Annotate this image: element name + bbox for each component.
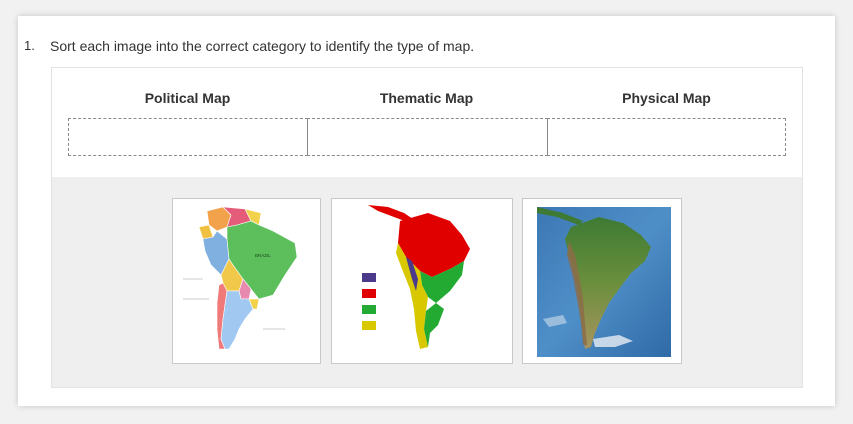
- brazil-label: BRAZIL: [255, 253, 271, 258]
- physical-map-card[interactable]: [522, 198, 682, 364]
- thematic-map-image: [332, 199, 512, 363]
- political-map-card[interactable]: BRAZIL: [172, 198, 321, 364]
- category-header-political: Political Map: [144, 90, 231, 106]
- drop-zone-physical[interactable]: [547, 118, 786, 156]
- category-header-thematic: Thematic Map: [379, 90, 474, 106]
- question-card: 1. Sort each image into the correct cate…: [18, 16, 835, 406]
- political-map-image: BRAZIL: [173, 199, 320, 363]
- legend-swatch-green: [362, 305, 376, 314]
- legend-swatch-red: [362, 289, 376, 298]
- drop-zones: [68, 118, 786, 158]
- category-headers: Political Map Thematic Map Physical Map: [68, 90, 786, 110]
- category-header-physical: Physical Map: [622, 90, 711, 106]
- drop-zone-political[interactable]: [68, 118, 308, 156]
- image-tray: BRAZIL: [52, 177, 802, 387]
- physical-map-image: [537, 207, 671, 357]
- sorting-panel: Political Map Thematic Map Physical Map: [51, 67, 803, 388]
- question-number: 1.: [24, 38, 35, 53]
- legend-swatch-yellow: [362, 321, 376, 330]
- thematic-map-card[interactable]: [331, 198, 513, 364]
- legend-swatch-purple: [362, 273, 376, 282]
- question-prompt: Sort each image into the correct categor…: [50, 38, 475, 54]
- drop-zone-thematic[interactable]: [307, 118, 548, 156]
